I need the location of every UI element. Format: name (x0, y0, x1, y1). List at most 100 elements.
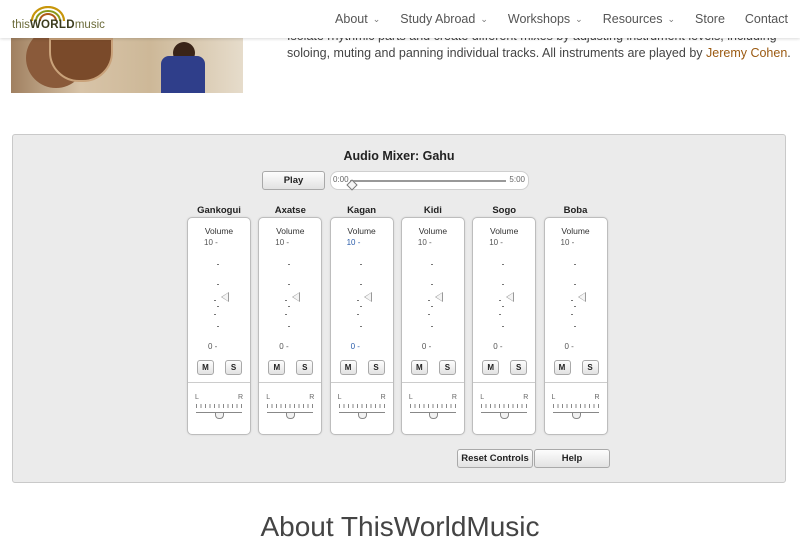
volume-tick (285, 300, 288, 301)
pan-scale (338, 404, 385, 408)
mute-button[interactable]: M (410, 360, 428, 375)
volume-max-label: 10 - (204, 238, 218, 247)
solo-button[interactable]: S (438, 360, 456, 375)
mute-button[interactable]: M (553, 360, 571, 375)
pan-left-label: L (408, 394, 413, 401)
volume-tick (502, 306, 505, 307)
volume-tick (573, 326, 576, 327)
hero-photo (11, 38, 243, 93)
volume-tick (573, 306, 576, 307)
volume-slider-handle[interactable] (292, 292, 301, 302)
mute-button[interactable]: M (339, 360, 357, 375)
volume-tick (214, 314, 216, 315)
solo-button[interactable]: S (296, 360, 314, 375)
pan-slider-handle[interactable] (500, 413, 510, 419)
solo-button[interactable]: S (581, 360, 599, 375)
divider (401, 382, 464, 383)
volume-max-label: 10 - (346, 238, 361, 247)
solo-button[interactable]: S (225, 360, 242, 375)
playback-progress[interactable]: 0:00 5:00 (330, 171, 529, 191)
volume-min-label: 0 - (421, 342, 432, 351)
site-logo[interactable]: thisWORLDmusic (12, 6, 107, 34)
main-nav: About ⌄ Study Abroad ⌄ Workshops ⌄ Resource… (315, 0, 800, 38)
volume-min-label: 0 - (564, 342, 574, 351)
volume-label: Volume (276, 226, 305, 236)
pan-left-label: L (337, 394, 342, 401)
pan-right-label: R (451, 394, 457, 401)
help-button[interactable]: Help (534, 449, 610, 468)
volume-tick (499, 314, 502, 315)
volume-label: Volume (204, 226, 234, 236)
jeremy-cohen-link[interactable]: Jeremy Cohen (706, 46, 787, 60)
pan-right-label: R (594, 394, 600, 401)
progress-track (350, 180, 506, 182)
volume-tick (288, 284, 291, 285)
divider (330, 382, 393, 383)
solo-button[interactable]: S (510, 360, 528, 375)
mute-button[interactable]: M (268, 360, 286, 375)
divider (259, 382, 322, 383)
volume-tick (217, 264, 219, 265)
nav-workshops[interactable]: Workshops ⌄ (508, 12, 583, 26)
pan-right-label: R (238, 394, 244, 401)
chevron-down-icon: ⌄ (372, 13, 381, 24)
solo-button[interactable]: S (367, 360, 385, 375)
volume-max-label: 10 - (489, 238, 503, 247)
volume-tick (427, 300, 430, 301)
intro-line-2: soloing, muting and panning individual t… (287, 46, 791, 60)
volume-slider-handle[interactable] (577, 292, 586, 302)
volume-tick (359, 264, 362, 265)
about-heading: About ThisWorldMusic (260, 511, 540, 542)
channel-controls: Volume 10 - 0 - MS L R (187, 217, 251, 435)
volume-min-label: 0 - (279, 342, 289, 351)
pan-left-label: L (480, 394, 485, 401)
play-button[interactable]: Play (262, 171, 325, 190)
volume-tick (214, 300, 216, 301)
volume-tick (359, 284, 362, 285)
volume-label: Volume (490, 226, 519, 236)
volume-tick (217, 306, 219, 307)
volume-tick (502, 264, 505, 265)
nav-resources[interactable]: Resources ⌄ (603, 12, 675, 26)
pan-scale (267, 404, 314, 408)
volume-tick (359, 326, 362, 327)
volume-label: Volume (347, 226, 376, 236)
divider (544, 382, 607, 383)
volume-tick (285, 314, 288, 315)
volume-slider-handle[interactable] (434, 292, 443, 302)
mute-button[interactable]: M (482, 360, 500, 375)
mute-button[interactable]: M (197, 360, 214, 375)
volume-min-label: 0 - (493, 342, 503, 351)
pan-slider-handle[interactable] (215, 413, 224, 419)
audio-mixer-panel: Audio Mixer: Gahu Play 0:00 5:00 Gankogu… (12, 134, 786, 483)
volume-tick (570, 314, 573, 315)
pan-scale (481, 404, 528, 408)
pan-scale (409, 404, 456, 408)
volume-slider-handle[interactable] (506, 292, 515, 302)
site-header: thisWORLDmusic About ⌄ Study Abroad ⌄ Work… (0, 0, 800, 38)
nav-store[interactable]: Store (695, 12, 725, 26)
nav-contact[interactable]: Contact (745, 12, 788, 26)
pan-right-label: R (523, 394, 529, 401)
time-start: 0:00 (333, 175, 349, 184)
channel-controls: Volume 10 - 0 - MS L R (258, 217, 323, 435)
channel-name: Sogo (492, 205, 517, 216)
pan-slider-handle[interactable] (286, 413, 296, 419)
reset-controls-button[interactable]: Reset Controls (457, 449, 533, 468)
nav-study-abroad[interactable]: Study Abroad ⌄ (400, 12, 488, 26)
volume-slider-handle[interactable] (221, 292, 229, 302)
pan-slider-handle[interactable] (357, 413, 367, 419)
nav-about[interactable]: About ⌄ (335, 12, 380, 26)
pan-slider-handle[interactable] (571, 413, 581, 419)
chevron-down-icon: ⌄ (575, 13, 583, 24)
volume-slider-handle[interactable] (363, 292, 372, 302)
volume-tick (217, 284, 219, 285)
volume-tick (499, 300, 502, 301)
volume-tick (288, 264, 291, 265)
volume-tick (502, 326, 505, 327)
mixer-title: Audio Mixer: Gahu (343, 149, 455, 163)
channel-name: Gankogui (197, 205, 241, 216)
volume-tick (427, 314, 430, 315)
chevron-down-icon: ⌄ (480, 13, 488, 24)
pan-slider-handle[interactable] (428, 413, 438, 419)
